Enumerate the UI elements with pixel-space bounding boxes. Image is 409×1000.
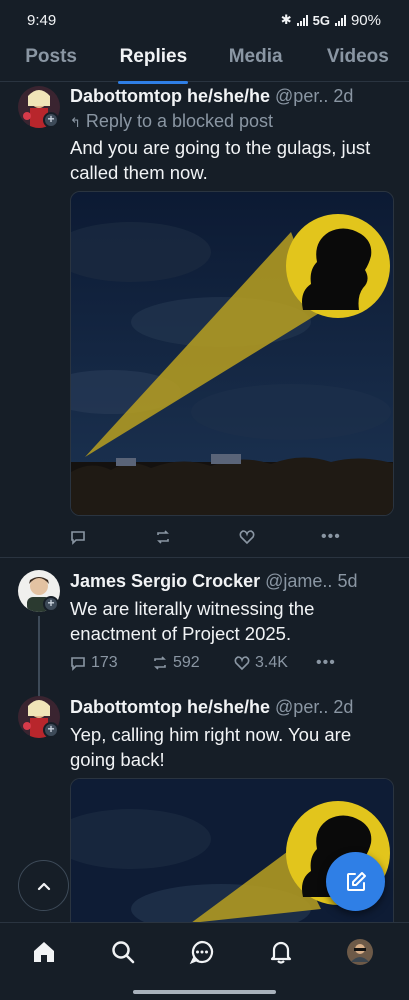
repost-count: 592	[173, 654, 200, 671]
heart-icon	[234, 656, 250, 671]
heart-icon	[239, 530, 255, 545]
chat-icon	[189, 940, 214, 965]
tab-replies[interactable]: Replies	[102, 40, 204, 81]
follow-plus-icon[interactable]: +	[43, 112, 59, 128]
feed-post[interactable]: + Dabottomtop he/she/he @per.. 2d ↰ Repl…	[0, 84, 409, 558]
tab-media[interactable]: Media	[205, 40, 307, 81]
post-image[interactable]	[70, 191, 394, 516]
follow-plus-icon[interactable]: +	[43, 722, 59, 738]
compose-icon	[346, 871, 366, 891]
tab-posts[interactable]: Posts	[0, 40, 102, 81]
repost-button[interactable]: 592	[152, 654, 234, 672]
network-type: 5G	[312, 12, 330, 28]
post-text: And you are going to the gulags, just ca…	[70, 137, 371, 183]
author-name[interactable]: Dabottomtop he/she/he	[70, 86, 270, 106]
like-button[interactable]: 3.4K	[234, 654, 316, 672]
author-name[interactable]: Dabottomtop he/she/he	[70, 697, 270, 717]
feed-post[interactable]: + James Sergio Crocker @jame.. 5d We are…	[0, 558, 409, 702]
reply-context[interactable]: ↰ Reply to a blocked post	[70, 111, 273, 132]
battery-level: 90%	[350, 11, 381, 29]
follow-plus-icon[interactable]: +	[43, 596, 59, 612]
home-icon	[34, 942, 54, 962]
repost-icon	[154, 656, 166, 670]
signal-icon-2	[334, 14, 346, 26]
status-icons: ✱ 5G 90%	[281, 12, 381, 29]
like-button[interactable]	[239, 529, 321, 545]
search-icon	[112, 941, 135, 964]
post-text: We are literally witnessing the enactmen…	[70, 598, 315, 644]
author-handle: @per..	[275, 86, 329, 106]
scroll-to-top-button[interactable]	[18, 860, 69, 911]
profile-avatar-icon	[347, 939, 373, 965]
post-text: Yep, calling him right now. You are goin…	[70, 724, 352, 770]
nav-profile[interactable]	[345, 937, 375, 967]
compose-button[interactable]	[326, 852, 385, 911]
nav-home[interactable]	[29, 937, 59, 967]
status-time: 9:49	[27, 11, 57, 29]
more-options-button[interactable]: •••	[316, 654, 336, 672]
reply-icon	[71, 657, 85, 671]
reply-context-label: Reply to a blocked post	[85, 111, 274, 131]
author-handle: @jame..	[265, 571, 333, 591]
like-count: 3.4K	[255, 654, 288, 671]
reply-count: 173	[91, 654, 118, 671]
more-options-button[interactable]: •••	[321, 528, 341, 546]
chevron-up-icon	[37, 882, 50, 890]
repost-icon	[157, 530, 169, 544]
post-header: Dabottomtop he/she/he @per.. 2d	[70, 86, 400, 107]
reply-arrow-icon: ↰	[70, 115, 81, 130]
nav-chat[interactable]	[187, 937, 217, 967]
post-time: 5d	[337, 571, 358, 591]
reply-button[interactable]	[70, 529, 155, 545]
repost-button[interactable]	[155, 529, 239, 545]
nav-search[interactable]	[108, 937, 138, 967]
bottom-nav	[0, 922, 409, 1000]
post-time: 2d	[333, 86, 354, 106]
author-name[interactable]: James Sergio Crocker	[70, 571, 260, 591]
author-handle: @per..	[275, 697, 329, 717]
nav-notifications[interactable]	[266, 937, 296, 967]
reply-button[interactable]: 173	[70, 654, 152, 672]
bell-icon	[270, 941, 292, 964]
bluetooth-icon: ✱	[280, 12, 292, 27]
post-actions: 173 592 3.4K •••	[70, 654, 370, 672]
tab-videos[interactable]: Videos	[307, 40, 409, 81]
post-actions: •••	[70, 528, 370, 546]
reply-icon	[71, 531, 85, 545]
profile-tabs: Posts Replies Media Videos	[0, 40, 409, 82]
post-header: Dabottomtop he/she/he @per.. 2d	[70, 697, 400, 718]
post-header: James Sergio Crocker @jame.. 5d	[70, 571, 400, 592]
status-bar: 9:49 ✱ 5G 90%	[0, 0, 409, 40]
signal-icon	[296, 14, 308, 26]
post-time: 2d	[333, 697, 354, 717]
home-indicator[interactable]	[133, 990, 276, 994]
